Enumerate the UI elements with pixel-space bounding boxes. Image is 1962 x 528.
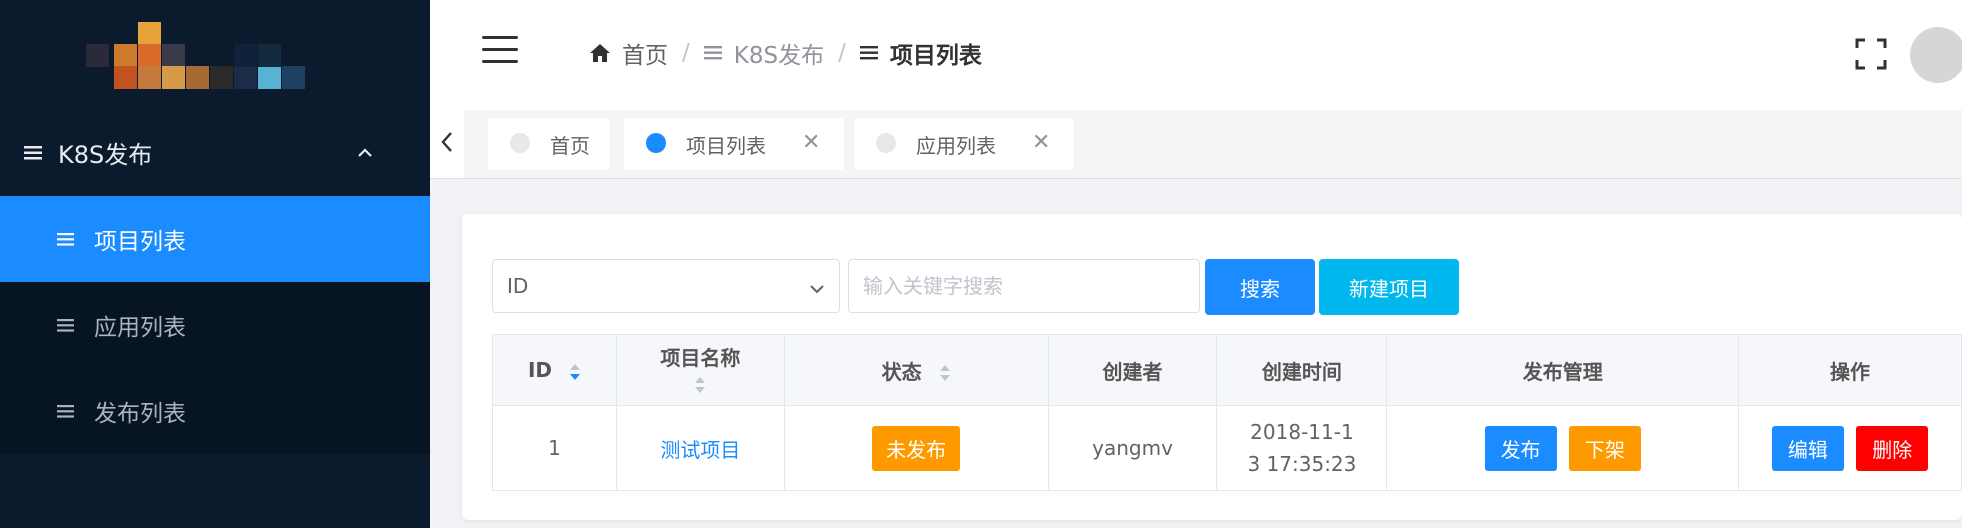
sort-icon[interactable] — [694, 375, 706, 399]
sidebar: K8S发布 项目列表 应用列表 发布列表 — [0, 0, 430, 528]
column-header-id[interactable]: ID — [492, 334, 617, 406]
tab-app-list[interactable]: 应用列表 ✕ — [854, 118, 1074, 170]
chevron-down-icon — [809, 278, 825, 302]
sidebar-item-label: 项目列表 — [94, 229, 186, 255]
created-time-line: 2018-11-1 — [1250, 420, 1354, 444]
breadcrumb-label: K8S发布 — [733, 43, 825, 69]
delete-button[interactable]: 删除 — [1856, 425, 1929, 471]
tab-status-dot — [510, 133, 530, 153]
list-icon — [57, 226, 74, 252]
cell-status: 未发布 — [783, 405, 1049, 491]
menu-list-icon — [24, 138, 42, 166]
status-badge: 未发布 — [872, 425, 961, 471]
cell-created-time: 2018-11-1 3 17:35:23 — [1216, 405, 1388, 491]
close-icon[interactable]: ✕ — [802, 130, 820, 155]
chevron-up-icon — [356, 140, 374, 168]
submenu-k8s[interactable]: K8S发布 — [0, 118, 430, 186]
content-card: ID 搜索 新建项目 ID 项目名称 — [462, 214, 1962, 520]
column-header-name[interactable]: 项目名称 — [615, 334, 785, 406]
list-icon — [859, 46, 878, 60]
cell-publish: 发布 下架 — [1386, 405, 1740, 491]
column-header-status[interactable]: 状态 — [783, 334, 1049, 406]
sidebar-item-release-list[interactable]: 发布列表 — [0, 368, 430, 454]
tab-home[interactable]: 首页 — [488, 118, 610, 170]
sort-icon[interactable] — [939, 364, 951, 382]
header: 首页 / K8S发布 / 项目列表 — [430, 0, 1962, 111]
breadcrumb-separator: / — [682, 40, 690, 66]
cell-creator: yangmv — [1047, 405, 1218, 491]
search-input[interactable] — [848, 259, 1200, 313]
breadcrumb-home[interactable]: 首页 — [590, 36, 668, 70]
cell-id: 1 — [492, 405, 617, 491]
cell-name: 测试项目 — [615, 405, 785, 491]
edit-button[interactable]: 编辑 — [1771, 425, 1844, 471]
list-icon — [57, 312, 74, 338]
tags-bar: 首页 项目列表 ✕ 应用列表 ✕ — [430, 110, 1962, 179]
list-icon — [57, 398, 74, 424]
avatar[interactable] — [1910, 27, 1962, 83]
column-header-publish: 发布管理 — [1386, 334, 1740, 406]
column-header-creator: 创建者 — [1047, 334, 1218, 406]
sort-icon[interactable] — [569, 363, 581, 381]
logo — [86, 22, 310, 97]
table-row: 1 测试项目 未发布 yangmv 2018-11-1 3 17:35:23 发… — [492, 405, 1962, 491]
tab-label: 应用列表 — [916, 134, 996, 158]
breadcrumb-label: 首页 — [622, 43, 668, 69]
search-field-select[interactable]: ID — [492, 259, 840, 313]
search-button[interactable]: 搜索 — [1205, 259, 1315, 315]
home-icon — [590, 44, 610, 62]
breadcrumb-current: 项目列表 — [859, 36, 982, 70]
sidebar-item-project-list[interactable]: 项目列表 — [0, 196, 430, 282]
breadcrumb-label: 项目列表 — [889, 43, 982, 69]
breadcrumb-separator: / — [838, 40, 846, 66]
select-value: ID — [507, 274, 529, 298]
breadcrumb: 首页 / K8S发布 / 项目列表 — [590, 36, 982, 70]
created-time-line: 3 17:35:23 — [1247, 452, 1357, 476]
tab-label: 项目列表 — [686, 134, 766, 158]
tab-status-dot — [646, 133, 666, 153]
column-header-created-time: 创建时间 — [1216, 334, 1388, 406]
unpublish-button[interactable]: 下架 — [1568, 425, 1641, 471]
submenu-list: 项目列表 应用列表 发布列表 — [0, 196, 430, 454]
new-project-button[interactable]: 新建项目 — [1319, 259, 1459, 315]
sidebar-toggle-button[interactable] — [482, 36, 518, 64]
cell-actions: 编辑 删除 — [1738, 405, 1962, 491]
close-icon[interactable]: ✕ — [1032, 130, 1050, 155]
list-icon — [703, 46, 722, 60]
project-table: ID 项目名称 状态 创建者 创建时间 发布管理 操作 1 测试项目 未发布 y… — [492, 334, 1962, 491]
tags-scroll-left-button[interactable] — [430, 110, 464, 178]
table-header-row: ID 项目名称 状态 创建者 创建时间 发布管理 操作 — [492, 334, 1962, 406]
publish-button[interactable]: 发布 — [1484, 425, 1557, 471]
submenu-title-label: K8S发布 — [58, 140, 153, 169]
tab-label: 首页 — [550, 134, 590, 158]
sidebar-item-label: 应用列表 — [94, 315, 186, 341]
chevron-left-icon — [440, 131, 454, 157]
tab-status-dot — [876, 133, 896, 153]
fullscreen-icon[interactable] — [1855, 38, 1887, 70]
column-header-actions: 操作 — [1738, 334, 1962, 406]
project-name-link[interactable]: 测试项目 — [660, 438, 740, 462]
tab-project-list[interactable]: 项目列表 ✕ — [624, 118, 844, 170]
breadcrumb-k8s[interactable]: K8S发布 — [703, 36, 825, 70]
sidebar-item-label: 发布列表 — [94, 401, 186, 427]
sidebar-item-app-list[interactable]: 应用列表 — [0, 282, 430, 368]
